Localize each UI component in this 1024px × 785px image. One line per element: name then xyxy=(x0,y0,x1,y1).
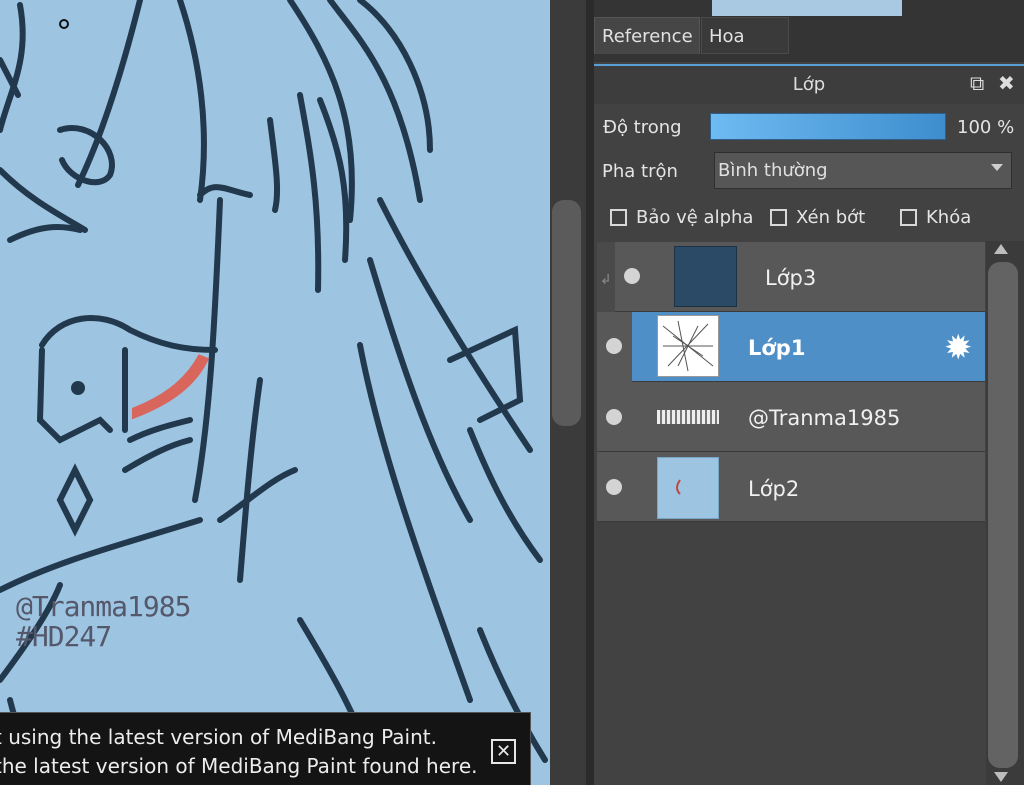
clipping-label: Xén bớt xyxy=(796,207,866,228)
scroll-up-icon[interactable] xyxy=(994,244,1008,254)
watermark-line-2: #HD247 xyxy=(16,620,112,653)
protect-alpha-checkbox[interactable] xyxy=(610,209,627,226)
visibility-icon[interactable] xyxy=(606,479,622,495)
opacity-slider[interactable] xyxy=(710,113,946,140)
visibility-icon[interactable] xyxy=(624,268,640,284)
update-notice-line-2: the latest version of MediBang Paint fou… xyxy=(0,754,478,778)
layer-name: Lớp1 xyxy=(748,336,806,360)
update-notice-line-1: t using the latest version of MediBang P… xyxy=(0,725,437,749)
tab-navigator[interactable]: Hoa tiêu xyxy=(701,17,789,84)
lock-checkbox[interactable] xyxy=(900,209,917,226)
opacity-label: Độ trong xyxy=(603,117,682,138)
lock-label: Khóa xyxy=(926,207,972,228)
clipping-checkbox[interactable] xyxy=(770,209,787,226)
close-panel-icon[interactable]: ✖ xyxy=(998,72,1015,94)
layer-scrollbar-thumb[interactable] xyxy=(988,262,1018,768)
visibility-icon[interactable] xyxy=(606,338,622,354)
blend-mode-label: Pha trộn xyxy=(602,161,678,182)
visibility-icon[interactable] xyxy=(606,409,622,425)
thumbnail-mark xyxy=(676,479,681,495)
popout-icon[interactable]: ⧉ xyxy=(970,72,984,94)
canvas-scrollbar-thumb[interactable] xyxy=(552,200,581,426)
canvas-sketch xyxy=(0,0,548,785)
layer-name: Lớp3 xyxy=(765,266,817,290)
canvas-watermark: @Tranma1985 #HD247 xyxy=(16,590,191,653)
update-notice: t using the latest version of MediBang P… xyxy=(0,712,531,785)
layer-thumbnail xyxy=(674,246,737,307)
layer-thumbnail xyxy=(657,457,719,519)
chevron-down-icon xyxy=(991,164,1003,171)
drawing-canvas[interactable]: @Tranma1985 #HD247 xyxy=(0,0,550,785)
layer-thumbnail xyxy=(657,410,719,424)
scroll-down-icon[interactable] xyxy=(994,772,1008,782)
thumbnail-sketch xyxy=(662,320,714,372)
watermark-line-1: @Tranma1985 xyxy=(16,590,191,623)
blend-mode-select[interactable]: Bình thường xyxy=(714,152,1012,189)
layer-name: @Tranma1985 xyxy=(748,406,901,430)
opacity-value: 100 % xyxy=(957,117,1015,138)
clip-arrow-icon: ↲ xyxy=(600,272,612,288)
navigator-preview xyxy=(712,0,902,16)
gear-icon[interactable]: ✹ xyxy=(944,330,973,366)
layer-panel-title: Lớp xyxy=(594,64,1024,104)
close-icon[interactable]: ✕ xyxy=(491,739,516,764)
tab-reference[interactable]: Reference xyxy=(594,17,700,54)
layer-thumbnail xyxy=(657,315,719,377)
layer-name: Lớp2 xyxy=(748,477,800,501)
protect-alpha-label: Bảo vệ alpha xyxy=(636,207,754,228)
